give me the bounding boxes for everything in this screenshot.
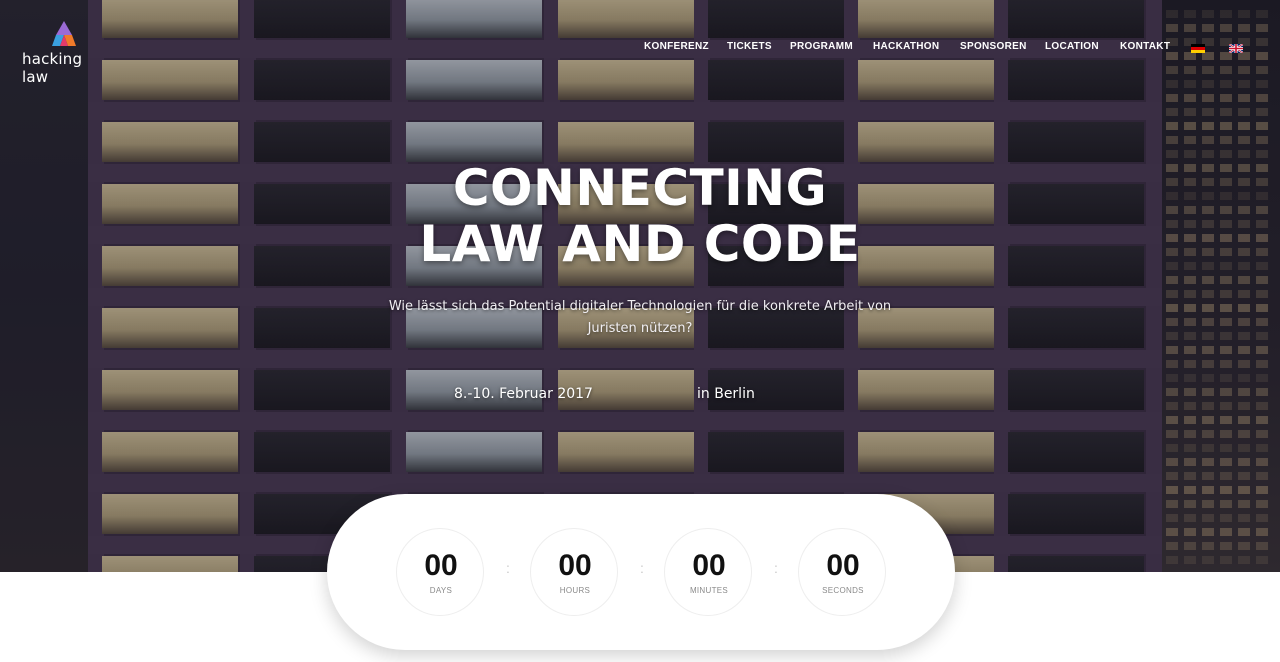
countdown-hours: 00 HOURS: [530, 528, 618, 616]
countdown-seconds: 00 SECONDS: [798, 528, 886, 616]
countdown-minutes-value: 00: [692, 549, 726, 582]
countdown-days-value: 00: [424, 549, 458, 582]
countdown-seconds-value: 00: [826, 549, 860, 582]
countdown-separator: :: [506, 560, 510, 576]
nav-item-tickets[interactable]: TICKETS: [727, 41, 772, 52]
nav-item-programm[interactable]: PROGRAMM: [790, 41, 853, 52]
nav-item-konferenz[interactable]: KONFERENZ: [644, 41, 709, 52]
countdown-timer: 00 DAYS : 00 HOURS : 00 MINUTES : 00 SEC…: [327, 494, 955, 650]
nav-item-kontakt[interactable]: KONTAKT: [1120, 41, 1170, 52]
english-flag-icon[interactable]: [1229, 44, 1243, 53]
countdown-minutes: 00 MINUTES: [664, 528, 752, 616]
headline-line-2: LAW AND CODE: [419, 215, 861, 273]
event-location: in Berlin: [697, 386, 755, 402]
countdown-days-label: DAYS: [429, 586, 453, 595]
german-flag-icon[interactable]: [1191, 44, 1205, 53]
headline-line-1: CONNECTING: [452, 159, 828, 217]
event-date: 8.-10. Februar 2017: [454, 386, 593, 402]
hero-section: hacking law KONFERENZ TICKETS PROGRAMM H…: [0, 0, 1280, 572]
countdown-days: 00 DAYS: [396, 528, 484, 616]
countdown-hours-label: HOURS: [559, 586, 591, 595]
countdown-separator: :: [640, 560, 644, 576]
hero-subtitle: Wie lässt sich das Potential digitaler T…: [388, 299, 892, 336]
countdown-seconds-label: SECONDS: [822, 586, 864, 595]
main-navigation: KONFERENZ TICKETS PROGRAMM HACKATHON SPO…: [0, 41, 1280, 57]
nav-item-hackathon[interactable]: HACKATHON: [873, 41, 939, 52]
countdown-hours-value: 00: [558, 549, 592, 582]
countdown-separator: :: [774, 560, 778, 576]
countdown-minutes-label: MINUTES: [689, 586, 729, 595]
nav-item-location[interactable]: LOCATION: [1045, 41, 1099, 52]
nav-item-sponsoren[interactable]: SPONSOREN: [960, 41, 1027, 52]
hero-overlay: [0, 0, 1280, 572]
page-headline: CONNECTING LAW AND CODE: [0, 160, 1280, 272]
